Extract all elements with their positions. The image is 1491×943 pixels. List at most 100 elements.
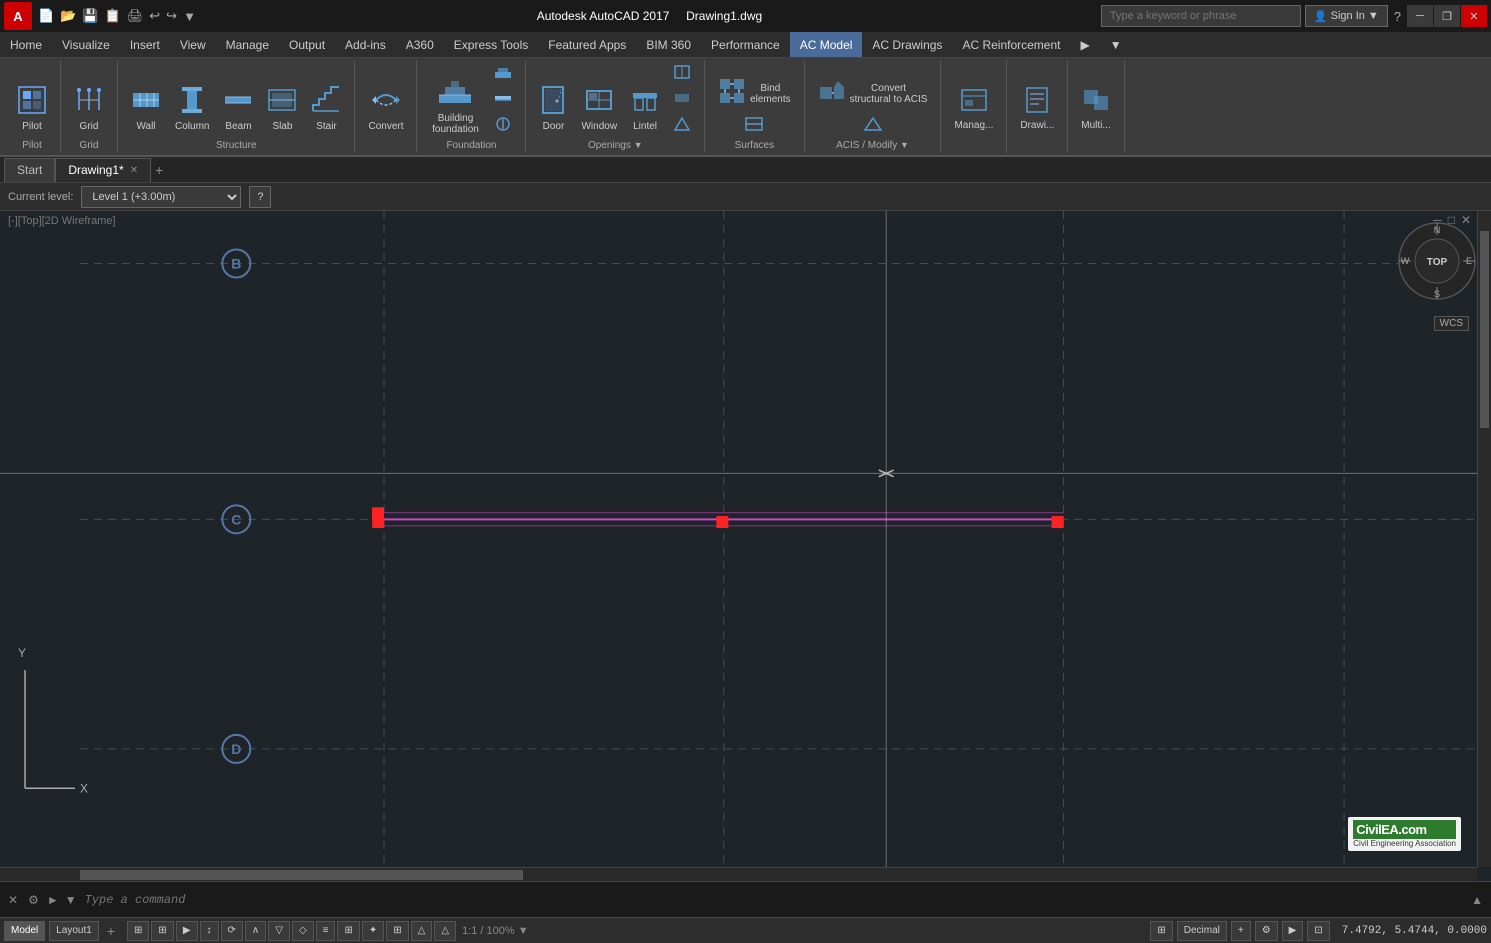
surfaces-small1[interactable] — [713, 114, 796, 138]
lw-btn[interactable]: ▽ — [268, 921, 290, 941]
full-screen-btn[interactable]: ⊡ — [1307, 921, 1329, 941]
expand-btn2[interactable]: ▶ — [1282, 921, 1304, 941]
openings-small2[interactable] — [668, 88, 696, 112]
qa-new[interactable]: 📄 — [36, 8, 56, 24]
menu-manage[interactable]: Manage — [216, 32, 279, 57]
trans-btn[interactable]: ◇ — [292, 921, 314, 941]
close-button[interactable]: ✕ — [1461, 5, 1487, 27]
ribbon-grid-button[interactable]: Grid — [69, 78, 109, 138]
beam-handle-left-sq[interactable] — [372, 516, 384, 528]
ribbon-convert-button[interactable]: Convert — [363, 78, 408, 138]
horizontal-scrollbar[interactable] — [0, 867, 1477, 881]
doc-tab-start[interactable]: Start — [4, 158, 55, 182]
polar-btn[interactable]: ▶ — [176, 921, 198, 941]
menu-home[interactable]: Home — [0, 32, 52, 57]
compass-e: E — [1466, 256, 1472, 266]
snap2-btn[interactable]: ✦ — [362, 921, 384, 941]
ribbon-pilot-button[interactable]: Pilot — [12, 78, 52, 138]
ribbon-fnd-small3[interactable] — [489, 114, 517, 138]
qa-undo[interactable]: ↩ — [147, 8, 162, 24]
acis-small1[interactable] — [813, 114, 933, 138]
pts-btn[interactable]: ⊞ — [386, 921, 408, 941]
menu-ac-model[interactable]: AC Model — [790, 32, 863, 57]
isodraft-btn[interactable]: ∧ — [245, 921, 266, 941]
doc-tab-drawing1[interactable]: Drawing1* ✕ — [55, 158, 151, 182]
openings-small3[interactable] — [668, 114, 696, 138]
level-select[interactable]: Level 1 (+3.00m) Level 2 (+6.00m) Ground… — [81, 186, 241, 208]
qa-redo[interactable]: ↪ — [164, 8, 179, 24]
qa-more[interactable]: ▼ — [181, 9, 198, 24]
qa-open[interactable]: 📂 — [58, 8, 78, 24]
grid-disp-btn[interactable]: ⊞ — [337, 921, 359, 941]
beam-label: Beam — [225, 121, 251, 132]
ws-btn[interactable]: ⊞ — [1150, 921, 1172, 941]
help-button[interactable]: ? — [1392, 9, 1403, 24]
ribbon-bind-elements-button[interactable]: Bindelements — [713, 74, 796, 112]
ribbon-lintel-button[interactable]: Lintel — [626, 78, 664, 138]
ribbon-window-button[interactable]: Window — [576, 78, 622, 138]
ribbon-multi-button[interactable]: Multi... — [1076, 78, 1115, 138]
beam-handle-right-sq[interactable] — [1052, 516, 1064, 528]
anot2-btn[interactable]: △ — [434, 921, 456, 941]
menu-visualize[interactable]: Visualize — [52, 32, 120, 57]
ribbon-column-button[interactable]: Column — [170, 78, 214, 138]
menu-ac-reinforcement[interactable]: AC Reinforcement — [952, 32, 1070, 57]
qa-saveas[interactable]: 📋 — [103, 8, 123, 24]
ribbon-wall-button[interactable]: Wall — [126, 78, 166, 138]
decimal-btn[interactable]: Decimal — [1177, 921, 1227, 941]
snap-btn2[interactable]: ⊞ — [151, 921, 173, 941]
ribbon-fnd-small2[interactable] — [489, 88, 517, 112]
sign-in-button[interactable]: 👤 Sign In ▼ — [1305, 5, 1388, 27]
h-scroll-thumb[interactable] — [80, 870, 523, 880]
ribbon-door-button[interactable]: Door — [534, 78, 572, 138]
menu-performance[interactable]: Performance — [701, 32, 790, 57]
vertical-scrollbar[interactable] — [1477, 211, 1491, 867]
menu-addins[interactable]: Add-ins — [335, 32, 396, 57]
ribbon-group-multi: Multi... — [1068, 60, 1124, 153]
menu-ac-drawings[interactable]: AC Drawings — [862, 32, 952, 57]
menu-output[interactable]: Output — [279, 32, 335, 57]
cmd-input[interactable] — [81, 893, 1466, 907]
menu-featured[interactable]: Featured Apps — [538, 32, 636, 57]
model-tab-button[interactable]: Model — [4, 921, 45, 941]
menu-bar: Home Visualize Insert View Manage Output… — [0, 32, 1491, 58]
menu-insert[interactable]: Insert — [120, 32, 170, 57]
menu-a360[interactable]: A360 — [396, 32, 444, 57]
plus-btn[interactable]: + — [1231, 921, 1251, 941]
beam-handle-mid-sq[interactable] — [716, 516, 728, 528]
menu-view[interactable]: View — [170, 32, 216, 57]
anot-btn[interactable]: △ — [411, 921, 433, 941]
menu-bim360[interactable]: BIM 360 — [636, 32, 701, 57]
ribbon-slab-button[interactable]: Slab — [262, 78, 302, 138]
snap-button[interactable]: ⊞ — [127, 921, 149, 941]
ribbon-beam-button[interactable]: Beam — [218, 78, 258, 138]
openings-small1[interactable] — [668, 62, 696, 86]
ribbon-fnd-small1[interactable] — [489, 62, 517, 86]
qa-print[interactable]: 🖨 — [125, 8, 146, 24]
add-layout-button[interactable]: + — [103, 923, 119, 939]
menu-express[interactable]: Express Tools — [444, 32, 538, 57]
convert-group-label — [385, 140, 388, 151]
level-help-button[interactable]: ? — [249, 186, 271, 208]
layout1-tab-button[interactable]: Layout1 — [49, 921, 99, 941]
minimize-button[interactable]: ─ — [1407, 5, 1433, 27]
select-btn[interactable]: ≡ — [316, 921, 336, 941]
ribbon-convert-acis-button[interactable]: Convertstructural to ACIS — [813, 74, 933, 112]
search-input[interactable] — [1101, 5, 1301, 27]
restore-button[interactable]: ❐ — [1434, 5, 1460, 27]
qa-save[interactable]: 💾 — [80, 8, 100, 24]
ribbon-stair-button[interactable]: Stair — [306, 78, 346, 138]
ribbon-foundation-button[interactable]: Buildingfoundation — [425, 74, 485, 138]
v-scroll-thumb[interactable] — [1480, 231, 1489, 428]
viewport[interactable]: [-][Top][2D Wireframe] ─ □ ✕ B — [0, 211, 1491, 881]
new-tab-button[interactable]: + — [151, 162, 167, 178]
ribbon-manage-button[interactable]: Manag... — [949, 78, 998, 138]
menu-more[interactable]: ▶ — [1070, 32, 1099, 57]
ortho-btn[interactable]: ↕ — [200, 921, 219, 941]
title-bar-center: Autodesk AutoCAD 2017 Drawing1.dwg — [198, 9, 1101, 23]
doc-tab-close[interactable]: ✕ — [130, 165, 138, 176]
settings-btn[interactable]: ⚙ — [1255, 921, 1278, 941]
ribbon-drawi-button[interactable]: Drawi... — [1015, 78, 1059, 138]
menu-options[interactable]: ▼ — [1100, 32, 1132, 57]
snap-track-btn[interactable]: ⟳ — [221, 921, 243, 941]
